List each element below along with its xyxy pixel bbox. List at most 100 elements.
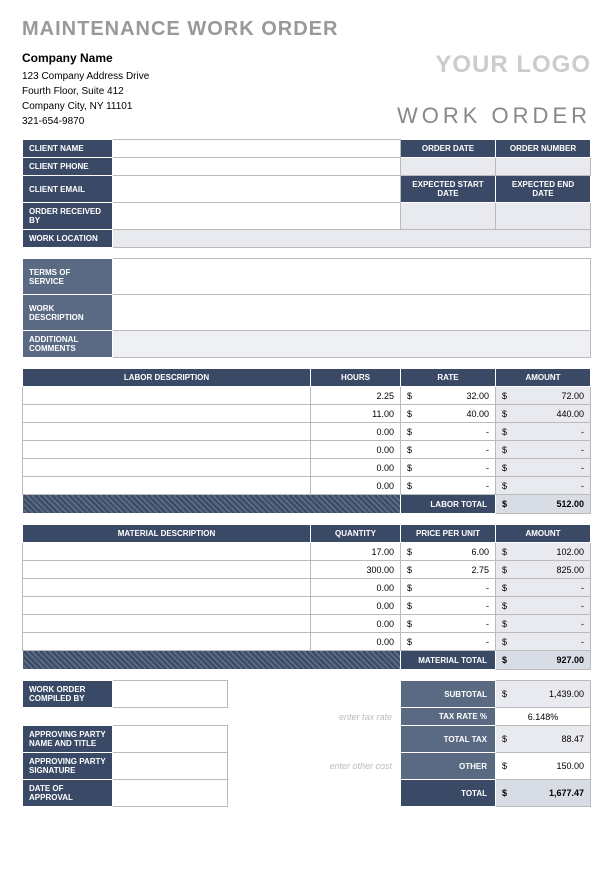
field-client-name[interactable] xyxy=(113,140,401,158)
material-amount-cell: $- xyxy=(496,579,591,597)
client-info-table: CLIENT NAME ORDER DATE ORDER NUMBER CLIE… xyxy=(22,139,591,248)
material-row: 0.00 $- $- xyxy=(23,597,591,615)
material-desc-cell[interactable] xyxy=(23,615,311,633)
labor-amount-cell: $440.00 xyxy=(496,405,591,423)
company-block: Company Name 123 Company Address Drive F… xyxy=(22,51,149,129)
label-labor-total: LABOR TOTAL xyxy=(401,495,496,514)
labor-hours-cell[interactable]: 2.25 xyxy=(311,387,401,405)
label-tax-rate: TAX RATE % xyxy=(401,708,496,726)
material-ppu-cell[interactable]: $- xyxy=(401,579,496,597)
label-order-received: ORDER RECEIVED BY xyxy=(23,203,113,230)
label-subtotal: SUBTOTAL xyxy=(401,681,496,708)
labor-amount-cell: $- xyxy=(496,441,591,459)
material-desc-cell[interactable] xyxy=(23,597,311,615)
field-add-comments[interactable] xyxy=(113,331,591,358)
hint-tax-rate: enter tax rate xyxy=(228,708,401,726)
material-ppu-cell[interactable]: $- xyxy=(401,597,496,615)
hatch-fill xyxy=(23,651,401,670)
material-amount-cell: $- xyxy=(496,633,591,651)
labor-hours-cell[interactable]: 0.00 xyxy=(311,477,401,495)
labor-rate-cell[interactable]: $- xyxy=(401,477,496,495)
labor-hours-cell[interactable]: 0.00 xyxy=(311,423,401,441)
material-qty-cell[interactable]: 300.00 xyxy=(311,561,401,579)
labor-rate-cell[interactable]: $- xyxy=(401,423,496,441)
other-value[interactable]: $150.00 xyxy=(496,753,591,780)
summary-table: WORK ORDER COMPILED BY SUBTOTAL $1,439.0… xyxy=(22,680,591,807)
field-client-phone[interactable] xyxy=(113,158,401,176)
labor-desc-cell[interactable] xyxy=(23,477,311,495)
field-order-number[interactable] xyxy=(496,158,591,176)
field-exp-start[interactable] xyxy=(401,203,496,230)
field-work-location[interactable] xyxy=(113,230,591,248)
material-row: 17.00 $6.00 $102.00 xyxy=(23,543,591,561)
labor-amount-cell: $- xyxy=(496,423,591,441)
field-compiled-by[interactable] xyxy=(113,681,228,708)
labor-row: 11.00 $40.00 $440.00 xyxy=(23,405,591,423)
labor-hours-cell[interactable]: 0.00 xyxy=(311,441,401,459)
material-desc-cell[interactable] xyxy=(23,543,311,561)
label-total: TOTAL xyxy=(401,780,496,807)
material-qty-cell[interactable]: 0.00 xyxy=(311,633,401,651)
col-labor-desc: LABOR DESCRIPTION xyxy=(23,369,311,387)
material-ppu-cell[interactable]: $- xyxy=(401,633,496,651)
tax-rate-value[interactable]: 6.148% xyxy=(496,708,591,726)
labor-desc-cell[interactable] xyxy=(23,387,311,405)
labor-rate-cell[interactable]: $32.00 xyxy=(401,387,496,405)
labor-rate-cell[interactable]: $40.00 xyxy=(401,405,496,423)
material-row: 300.00 $2.75 $825.00 xyxy=(23,561,591,579)
material-desc-cell[interactable] xyxy=(23,579,311,597)
label-order-date: ORDER DATE xyxy=(401,140,496,158)
label-work-location: WORK LOCATION xyxy=(23,230,113,248)
labor-row: 0.00 $- $- xyxy=(23,477,591,495)
labor-rate-cell[interactable]: $- xyxy=(401,441,496,459)
subtotal-value: $1,439.00 xyxy=(496,681,591,708)
labor-hours-cell[interactable]: 0.00 xyxy=(311,459,401,477)
material-qty-cell[interactable]: 0.00 xyxy=(311,615,401,633)
material-desc-cell[interactable] xyxy=(23,561,311,579)
labor-amount-cell: $- xyxy=(496,459,591,477)
labor-desc-cell[interactable] xyxy=(23,441,311,459)
field-order-date[interactable] xyxy=(401,158,496,176)
material-desc-cell[interactable] xyxy=(23,633,311,651)
field-terms[interactable] xyxy=(113,259,591,295)
label-client-email: CLIENT EMAIL xyxy=(23,176,113,203)
labor-desc-cell[interactable] xyxy=(23,459,311,477)
label-compiled-by: WORK ORDER COMPILED BY xyxy=(23,681,113,708)
field-exp-end[interactable] xyxy=(496,203,591,230)
col-quantity: QUANTITY xyxy=(311,525,401,543)
material-table: MATERIAL DESCRIPTION QUANTITY PRICE PER … xyxy=(22,524,591,670)
company-addr1: 123 Company Address Drive xyxy=(22,69,149,84)
labor-hours-cell[interactable]: 11.00 xyxy=(311,405,401,423)
labor-desc-cell[interactable] xyxy=(23,423,311,441)
company-phone: 321-654-9870 xyxy=(22,114,149,129)
material-ppu-cell[interactable]: $6.00 xyxy=(401,543,496,561)
material-qty-cell[interactable]: 17.00 xyxy=(311,543,401,561)
hint-other-cost: enter other cost xyxy=(228,753,401,780)
labor-desc-cell[interactable] xyxy=(23,405,311,423)
material-amount-cell: $- xyxy=(496,615,591,633)
field-work-desc[interactable] xyxy=(113,295,591,331)
labor-row: 0.00 $- $- xyxy=(23,459,591,477)
header: Company Name 123 Company Address Drive F… xyxy=(22,51,591,129)
company-name: Company Name xyxy=(22,51,149,65)
material-ppu-cell[interactable]: $- xyxy=(401,615,496,633)
material-qty-cell[interactable]: 0.00 xyxy=(311,579,401,597)
col-hours: HOURS xyxy=(311,369,401,387)
field-date-approval[interactable] xyxy=(113,780,228,807)
labor-row: 0.00 $- $- xyxy=(23,423,591,441)
label-exp-end: EXPECTED END DATE xyxy=(496,176,591,203)
field-order-received[interactable] xyxy=(113,203,401,230)
labor-table: LABOR DESCRIPTION HOURS RATE AMOUNT 2.25… xyxy=(22,368,591,514)
field-client-email[interactable] xyxy=(113,176,401,203)
total-value: $1,677.47 xyxy=(496,780,591,807)
material-row: 0.00 $- $- xyxy=(23,615,591,633)
field-approving-sig[interactable] xyxy=(113,753,228,780)
field-approving-name[interactable] xyxy=(113,726,228,753)
total-tax-value: $88.47 xyxy=(496,726,591,753)
labor-rate-cell[interactable]: $- xyxy=(401,459,496,477)
page-title: MAINTENANCE WORK ORDER xyxy=(22,18,591,41)
material-qty-cell[interactable]: 0.00 xyxy=(311,597,401,615)
material-ppu-cell[interactable]: $2.75 xyxy=(401,561,496,579)
material-row: 0.00 $- $- xyxy=(23,579,591,597)
labor-total-value: $512.00 xyxy=(496,495,591,514)
